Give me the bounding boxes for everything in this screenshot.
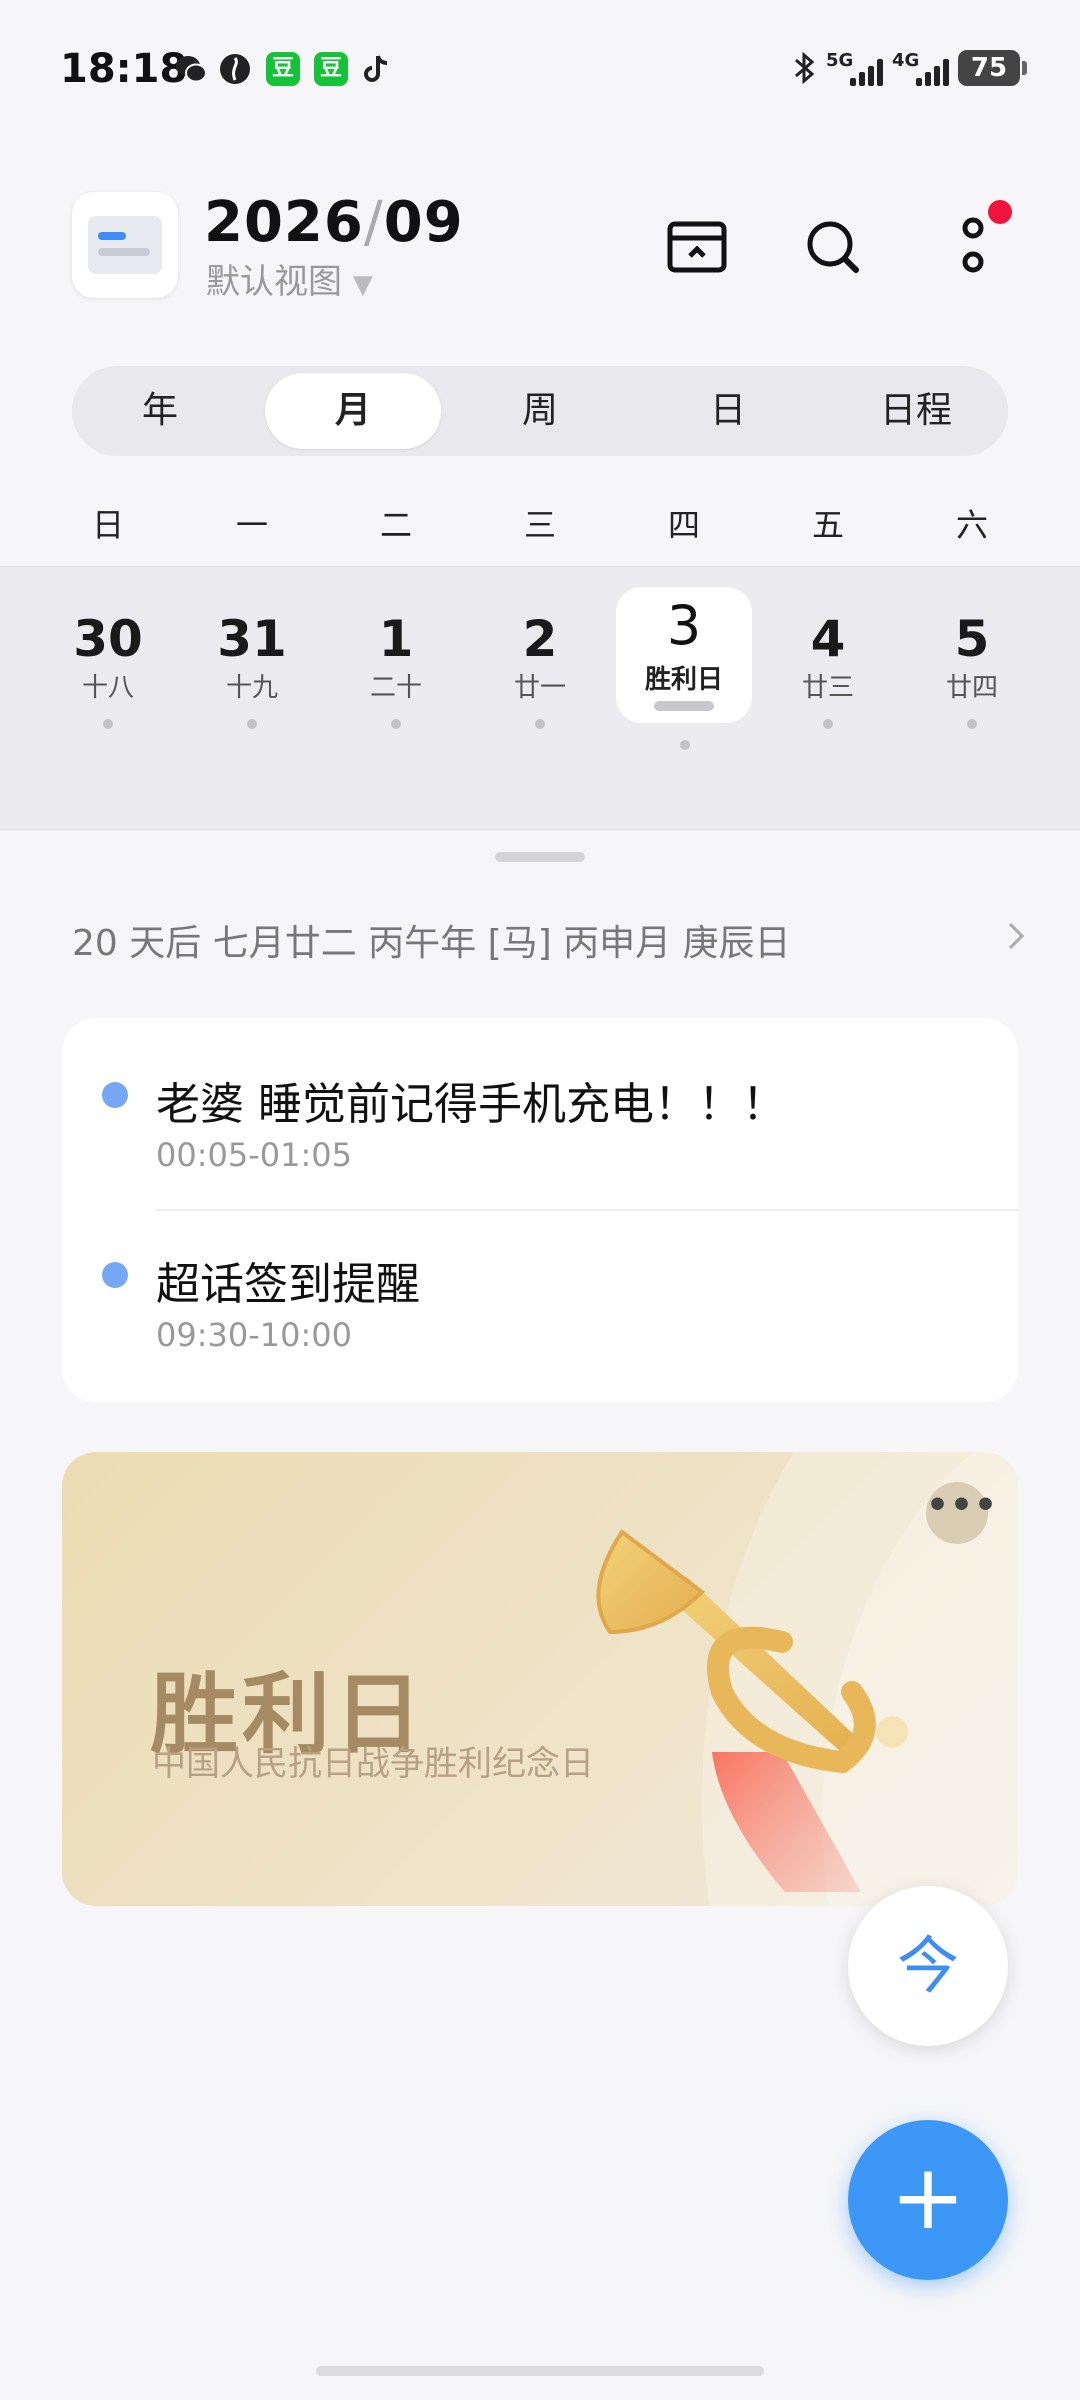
- month-label: 09: [383, 190, 464, 255]
- tiktok-icon: [360, 52, 394, 86]
- weekday-label: 一: [235, 506, 268, 544]
- lunar-date: 二十: [369, 673, 422, 703]
- weekday-label: 三: [523, 506, 556, 544]
- event-title[interactable]: 老婆 睡觉前记得手机充电！！！: [156, 1068, 786, 1132]
- day-cell[interactable]: 31 十九: [180, 567, 324, 729]
- day-number: 3: [666, 594, 702, 657]
- status-time: 18:18: [60, 46, 188, 92]
- wechat-icon: [174, 52, 208, 86]
- signal-5g-icon: 5G: [826, 50, 886, 86]
- event-color-dot: [102, 1082, 128, 1108]
- signal-4g-icon: 4G: [892, 50, 952, 86]
- lunar-date: 廿一: [513, 673, 566, 703]
- weekday-label: 四: [667, 506, 700, 544]
- event-indicator: [247, 719, 257, 729]
- event-time: 00:05-01:05: [156, 1136, 352, 1174]
- week-strip: 30 十八 31 十九 1 二十 2 廿一 3 胜利日 4 廿三 5 廿四: [0, 566, 1080, 830]
- today-button[interactable]: 今: [848, 1886, 1008, 2046]
- bluetooth-icon: [788, 50, 822, 95]
- day-cell[interactable]: 4 廿三: [756, 567, 900, 729]
- app-logo-icon[interactable]: [72, 192, 178, 298]
- view-selector[interactable]: 默认视图 ▼: [206, 254, 373, 303]
- tab-year[interactable]: 年: [72, 366, 248, 456]
- current-month-title[interactable]: 2026/09: [204, 190, 464, 255]
- weekday-label: 五: [811, 506, 844, 544]
- day-cell[interactable]: 1 二十: [324, 567, 468, 729]
- day-cell[interactable]: 2 廿一: [468, 567, 612, 729]
- tab-day[interactable]: 日: [640, 366, 816, 456]
- browser-icon: [218, 52, 252, 86]
- archive-icon[interactable]: [662, 212, 732, 282]
- lunar-date: 十八: [81, 673, 134, 703]
- year-month-separator: /: [363, 190, 384, 255]
- battery-icon: 75: [958, 50, 1027, 86]
- event-color-dot: [102, 1262, 128, 1288]
- holiday-name: 胜利日: [644, 665, 723, 695]
- douban-icon: 豆: [314, 52, 348, 86]
- event-indicator: [967, 719, 977, 729]
- lunar-date: 廿三: [801, 673, 854, 703]
- day-cell-selected[interactable]: 3 胜利日: [616, 587, 752, 723]
- lunar-date: 十九: [225, 673, 278, 703]
- event-indicator: [823, 719, 833, 729]
- holiday-subtitle: 中国人民抗日战争胜利纪念日: [152, 1744, 594, 1784]
- day-number: 1: [378, 610, 414, 668]
- event-indicator: [535, 719, 545, 729]
- add-event-button[interactable]: +: [848, 2120, 1008, 2280]
- day-cell[interactable]: 30 十八: [36, 567, 180, 729]
- lunar-info[interactable]: 20 天后 七月廿二 丙午年 [马] 丙申月 庚辰日: [72, 914, 791, 966]
- home-indicator[interactable]: [316, 2366, 764, 2376]
- drag-handle[interactable]: [495, 852, 585, 862]
- event-time: 09:30-10:00: [156, 1316, 352, 1354]
- tab-month[interactable]: 月: [265, 366, 441, 456]
- divider: [156, 1209, 1018, 1211]
- lunar-date: 廿四: [945, 673, 998, 703]
- bugle-illustration: [596, 1529, 908, 1892]
- view-label: 默认视图: [206, 262, 342, 302]
- day-number: 31: [217, 610, 287, 668]
- weekday-label: 日: [91, 506, 124, 544]
- more-options-button[interactable]: •••: [926, 1482, 997, 1544]
- event-title[interactable]: 超话签到提醒: [156, 1248, 420, 1312]
- event-indicator: [680, 740, 690, 750]
- day-cell[interactable]: 5 廿四: [900, 567, 1044, 729]
- caret-down-icon: ▼: [352, 270, 373, 300]
- selected-underline: [654, 701, 714, 711]
- event-indicator: [103, 719, 113, 729]
- search-icon[interactable]: [798, 212, 868, 282]
- day-number: 5: [954, 610, 990, 668]
- weekday-label: 二: [379, 506, 412, 544]
- tab-agenda[interactable]: 日程: [828, 366, 1004, 456]
- notification-badge: [988, 200, 1012, 224]
- day-number: 4: [810, 610, 846, 668]
- day-number: 2: [522, 610, 558, 668]
- douban-icon: 豆: [266, 52, 300, 86]
- chevron-right-icon[interactable]: [1004, 916, 1028, 966]
- view-tabs: 年 月 周 日 日程: [72, 366, 1008, 456]
- tab-week[interactable]: 周: [452, 366, 628, 456]
- year-label: 2026: [204, 190, 364, 255]
- weekday-label: 六: [955, 506, 988, 544]
- event-indicator: [391, 719, 401, 729]
- day-number: 30: [73, 610, 143, 668]
